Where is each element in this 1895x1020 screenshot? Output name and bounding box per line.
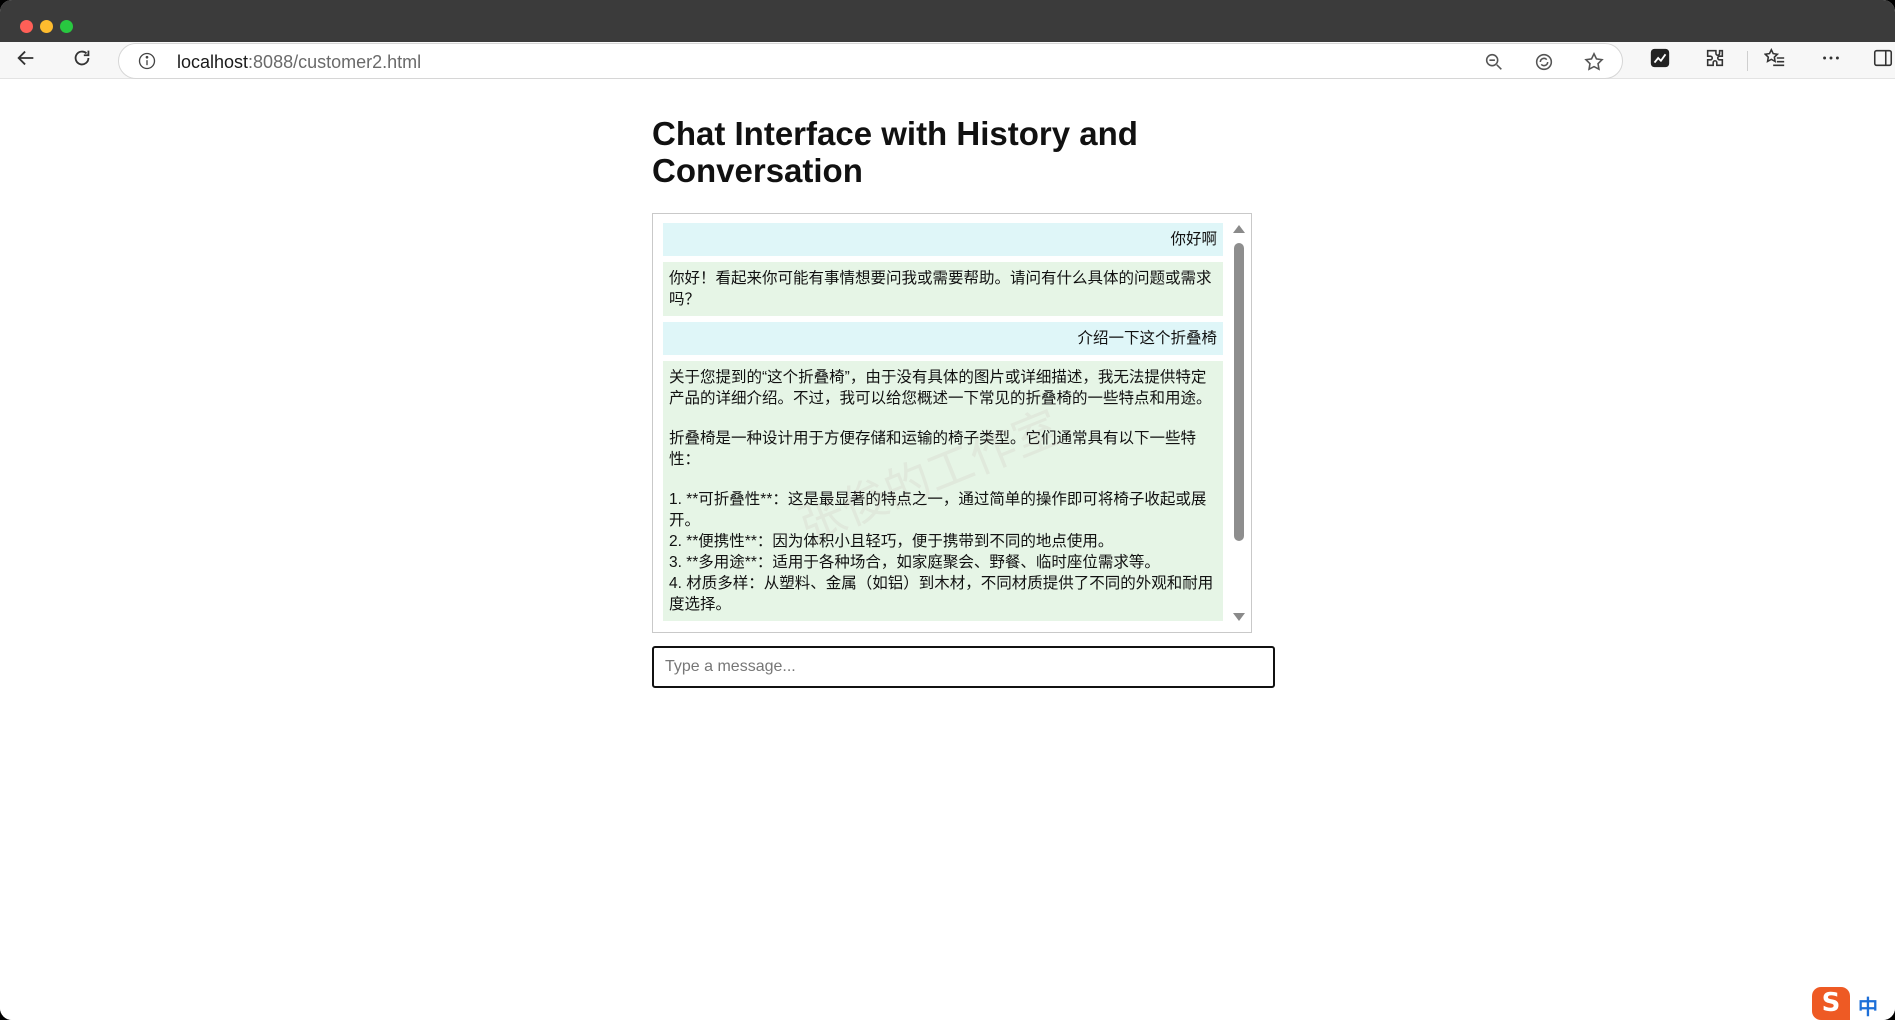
favorites-list-icon <box>1763 47 1786 74</box>
message-paragraph: 折叠椅是一种设计用于方便存储和运输的椅子类型。它们通常具有以下一些特性： <box>669 428 1217 470</box>
scroll-down-arrow-icon[interactable] <box>1233 613 1245 621</box>
page-title: Chat Interface with History and Conversa… <box>652 115 1138 189</box>
back-button[interactable] <box>8 42 44 78</box>
chat-messages: 你好啊你好！看起来你可能有事情想要问我或需要帮助。请问有什么具体的问题或需求吗？… <box>663 223 1223 632</box>
browser-toolbar: localhost:8088/customer2.html <box>0 42 1895 79</box>
message-text: 4. 材质多样：从塑料、金属（如铝）到木材，不同材质提供了不同的外观和耐用度选择… <box>669 575 1214 613</box>
sidebar-toggle-button[interactable] <box>1865 42 1895 78</box>
close-window-button[interactable] <box>20 20 33 33</box>
bot-message: 关于您提到的“这个折叠椅”，由于没有具体的图片或详细描述，我无法提供特定产品的详… <box>663 361 1223 621</box>
message-input[interactable] <box>652 646 1275 688</box>
scrollbar-thumb[interactable] <box>1234 243 1244 541</box>
message-text: 折叠椅是一种设计用于方便存储和运输的椅子类型。它们通常具有以下一些特性： <box>669 430 1197 468</box>
back-arrow-icon <box>15 47 37 74</box>
puzzle-icon <box>1704 47 1726 74</box>
zoom-out-icon[interactable] <box>1481 49 1507 75</box>
message-text: 1. **可折叠性**：这是最显著的特点之一，通过简单的操作即可将椅子收起或展开… <box>669 491 1207 529</box>
message-text: 2. **便携性**：因为体积小且轻巧，便于携带到不同的地点使用。 <box>669 533 1114 550</box>
toolbar-separator <box>1747 51 1748 71</box>
ime-language-label: 中 <box>1858 997 1878 1019</box>
address-bar[interactable]: localhost:8088/customer2.html <box>118 43 1623 79</box>
ime-indicator[interactable]: S 中 <box>1812 987 1895 1020</box>
user-message: 你好啊 <box>663 223 1223 256</box>
chat-history[interactable]: 你好啊你好！看起来你可能有事情想要问我或需要帮助。请问有什么具体的问题或需求吗？… <box>652 213 1252 633</box>
url-path: :8088/customer2.html <box>248 52 422 72</box>
reload-icon <box>71 47 93 74</box>
app-available-icon[interactable] <box>1531 49 1557 75</box>
minimize-window-button[interactable] <box>40 20 53 33</box>
scroll-up-arrow-icon[interactable] <box>1233 225 1245 233</box>
message-paragraph: 1. **可折叠性**：这是最显著的特点之一，通过简单的操作即可将椅子收起或展开… <box>669 489 1217 615</box>
sidebar-icon <box>1872 47 1894 74</box>
message-text: 你好啊 <box>1170 231 1217 248</box>
chat-scrollbar[interactable] <box>1227 214 1251 632</box>
bot-message: 你好！看起来你可能有事情想要问我或需要帮助。请问有什么具体的问题或需求吗？ <box>663 262 1223 316</box>
chart-extension-icon <box>1649 47 1671 74</box>
message-paragraph: 关于您提到的“这个折叠椅”，由于没有具体的图片或详细描述，我无法提供特定产品的详… <box>669 367 1217 409</box>
user-message: 介绍一下这个折叠椅 <box>663 322 1223 355</box>
page-content: Chat Interface with History and Conversa… <box>0 79 1895 1020</box>
more-dots-icon <box>1820 47 1842 74</box>
message-text: 你好！看起来你可能有事情想要问我或需要帮助。请问有什么具体的问题或需求吗？ <box>669 270 1212 308</box>
site-info-icon[interactable] <box>137 51 157 71</box>
reload-button[interactable] <box>64 42 100 78</box>
extensions-button[interactable] <box>1697 42 1733 78</box>
message-text: 介绍一下这个折叠椅 <box>1077 330 1217 347</box>
url-host: localhost <box>177 52 249 72</box>
url-text[interactable]: localhost:8088/customer2.html <box>177 52 421 73</box>
title-bar <box>0 0 1895 42</box>
favorite-star-icon[interactable] <box>1581 49 1607 75</box>
favorites-button[interactable] <box>1757 42 1793 78</box>
browser-window: localhost:8088/customer2.html Chat Inter… <box>0 0 1895 1020</box>
ime-logo-icon: S <box>1812 987 1850 1020</box>
message-text: 3. **多用途**：适用于各种场合，如家庭聚会、野餐、临时座位需求等。 <box>669 554 1160 571</box>
extension-chart-button[interactable] <box>1642 42 1678 78</box>
message-text: 关于您提到的“这个折叠椅”，由于没有具体的图片或详细描述，我无法提供特定产品的详… <box>669 369 1212 407</box>
maximize-window-button[interactable] <box>60 20 73 33</box>
more-menu-button[interactable] <box>1813 42 1849 78</box>
